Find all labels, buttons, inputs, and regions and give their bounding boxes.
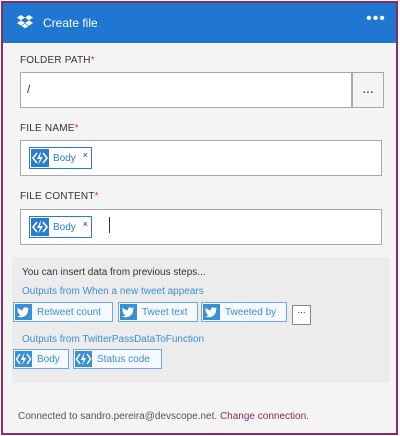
output-tweeted-by[interactable]: Tweeted by <box>201 302 287 322</box>
change-connection-link[interactable]: Change connection. <box>220 411 309 422</box>
more-options-button[interactable]: ••• <box>364 11 388 31</box>
function-icon <box>31 218 49 236</box>
required-mark: * <box>90 55 95 66</box>
file-name-input[interactable]: Body × <box>20 140 382 176</box>
folder-path-label: FOLDER PATH* <box>20 55 95 66</box>
remove-token-icon[interactable]: × <box>83 219 88 229</box>
file-name-label: FILE NAME* <box>20 123 79 134</box>
remove-token-icon[interactable]: × <box>83 150 88 160</box>
function-icon <box>75 351 92 367</box>
create-file-card: Create file ••• FOLDER PATH* / ... FILE … <box>1 1 398 435</box>
folder-path-value: / <box>27 82 31 96</box>
output-label: Retweet count <box>37 307 101 318</box>
twitter-icon <box>15 304 32 320</box>
output-body[interactable]: Body <box>13 349 69 369</box>
connection-footer: Connected to sandro.pereira@devscope.net… <box>18 411 309 422</box>
panel-title: You can insert data from previous steps.… <box>22 267 206 278</box>
more-outputs-button[interactable]: ... <box>292 305 311 325</box>
output-label: Body <box>37 354 60 365</box>
output-tweet-text[interactable]: Tweet text <box>118 302 198 322</box>
output-retweet-count[interactable]: Retweet count <box>13 302 113 322</box>
twitter-icon <box>203 304 220 320</box>
connection-text: Connected to sandro.pereira@devscope.net… <box>18 411 218 422</box>
group-heading: Outputs from When a new tweet appears <box>22 286 204 297</box>
function-icon <box>15 351 32 367</box>
token-label: Body <box>53 153 76 164</box>
twitter-icon <box>120 304 137 320</box>
output-status-code[interactable]: Status code <box>73 349 162 369</box>
function-icon <box>31 149 49 167</box>
token-label: Body <box>53 222 76 233</box>
body-token[interactable]: Body × <box>29 147 92 169</box>
output-label: Status code <box>97 354 150 365</box>
dropbox-icon <box>17 15 33 29</box>
card-title: Create file <box>43 16 98 30</box>
group-heading: Outputs from TwitterPassDataToFunction <box>22 334 205 345</box>
body-token[interactable]: Body × <box>29 216 92 238</box>
file-content-label-text: FILE CONTENT <box>20 191 95 202</box>
text-cursor <box>109 217 110 233</box>
card-header[interactable]: Create file ••• <box>3 3 396 43</box>
folder-path-label-text: FOLDER PATH <box>20 55 91 66</box>
output-label: Tweeted by <box>225 307 277 318</box>
required-mark: * <box>94 191 99 202</box>
folder-browse-button[interactable]: ... <box>352 72 384 108</box>
file-name-label-text: FILE NAME <box>20 123 75 134</box>
required-mark: * <box>74 123 79 134</box>
file-content-label: FILE CONTENT* <box>20 191 99 202</box>
output-label: Tweet text <box>142 307 188 318</box>
folder-path-input[interactable]: / <box>20 72 352 108</box>
file-content-input[interactable]: Body × <box>20 209 382 245</box>
